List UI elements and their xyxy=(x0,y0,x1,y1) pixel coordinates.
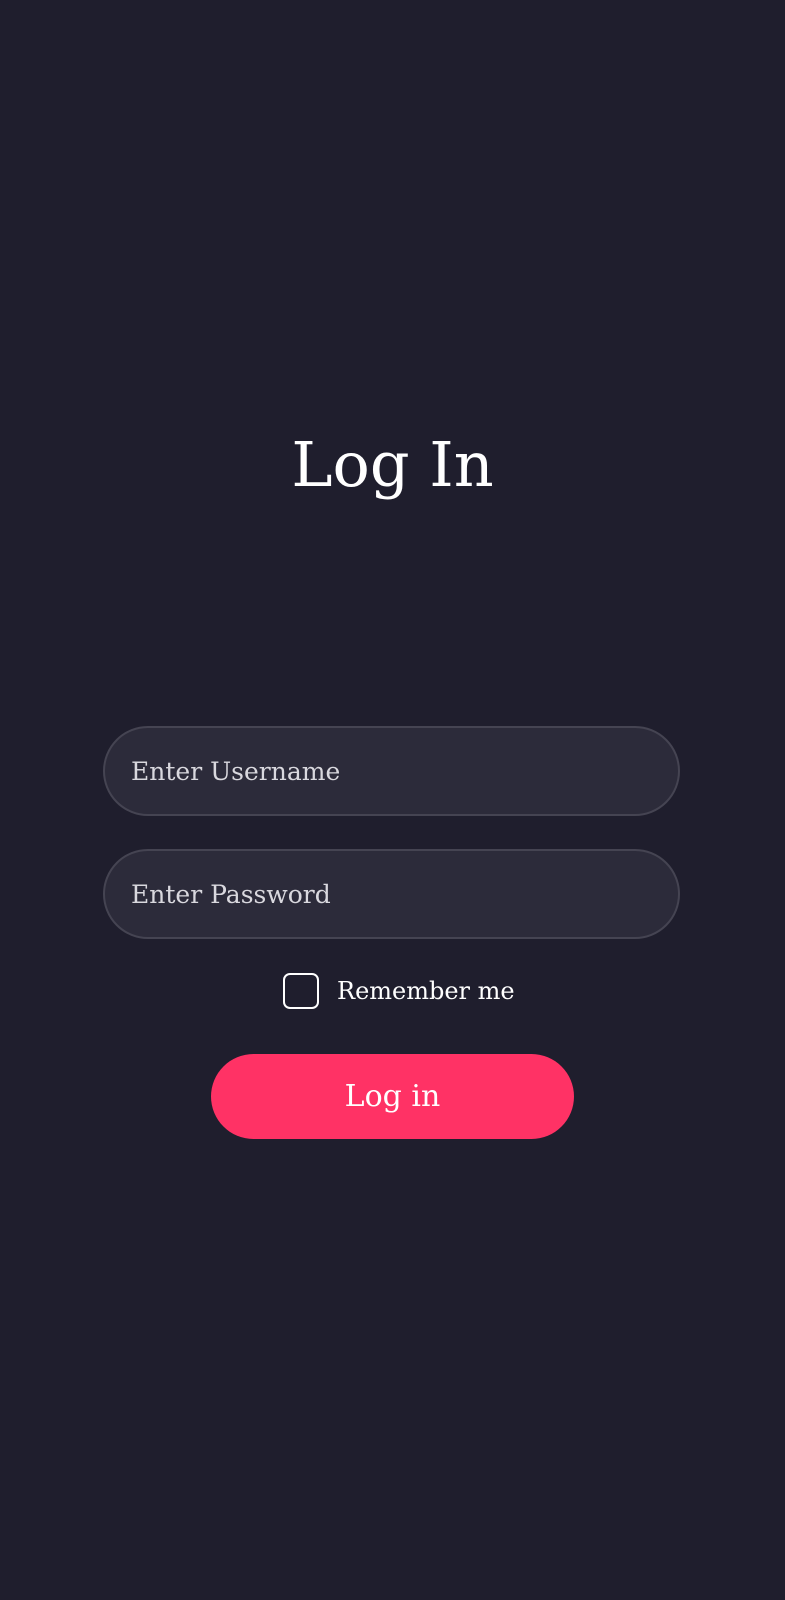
password-input[interactable] xyxy=(105,851,678,937)
username-field-container xyxy=(103,726,680,816)
password-field-container xyxy=(103,849,680,939)
login-button[interactable]: Log in xyxy=(211,1054,574,1139)
page-title: Log In xyxy=(291,428,494,501)
remember-me-label[interactable]: Remember me xyxy=(337,973,515,1009)
remember-me-row: Remember me xyxy=(283,973,515,1009)
username-input[interactable] xyxy=(105,728,678,814)
remember-me-checkbox[interactable] xyxy=(283,973,319,1009)
